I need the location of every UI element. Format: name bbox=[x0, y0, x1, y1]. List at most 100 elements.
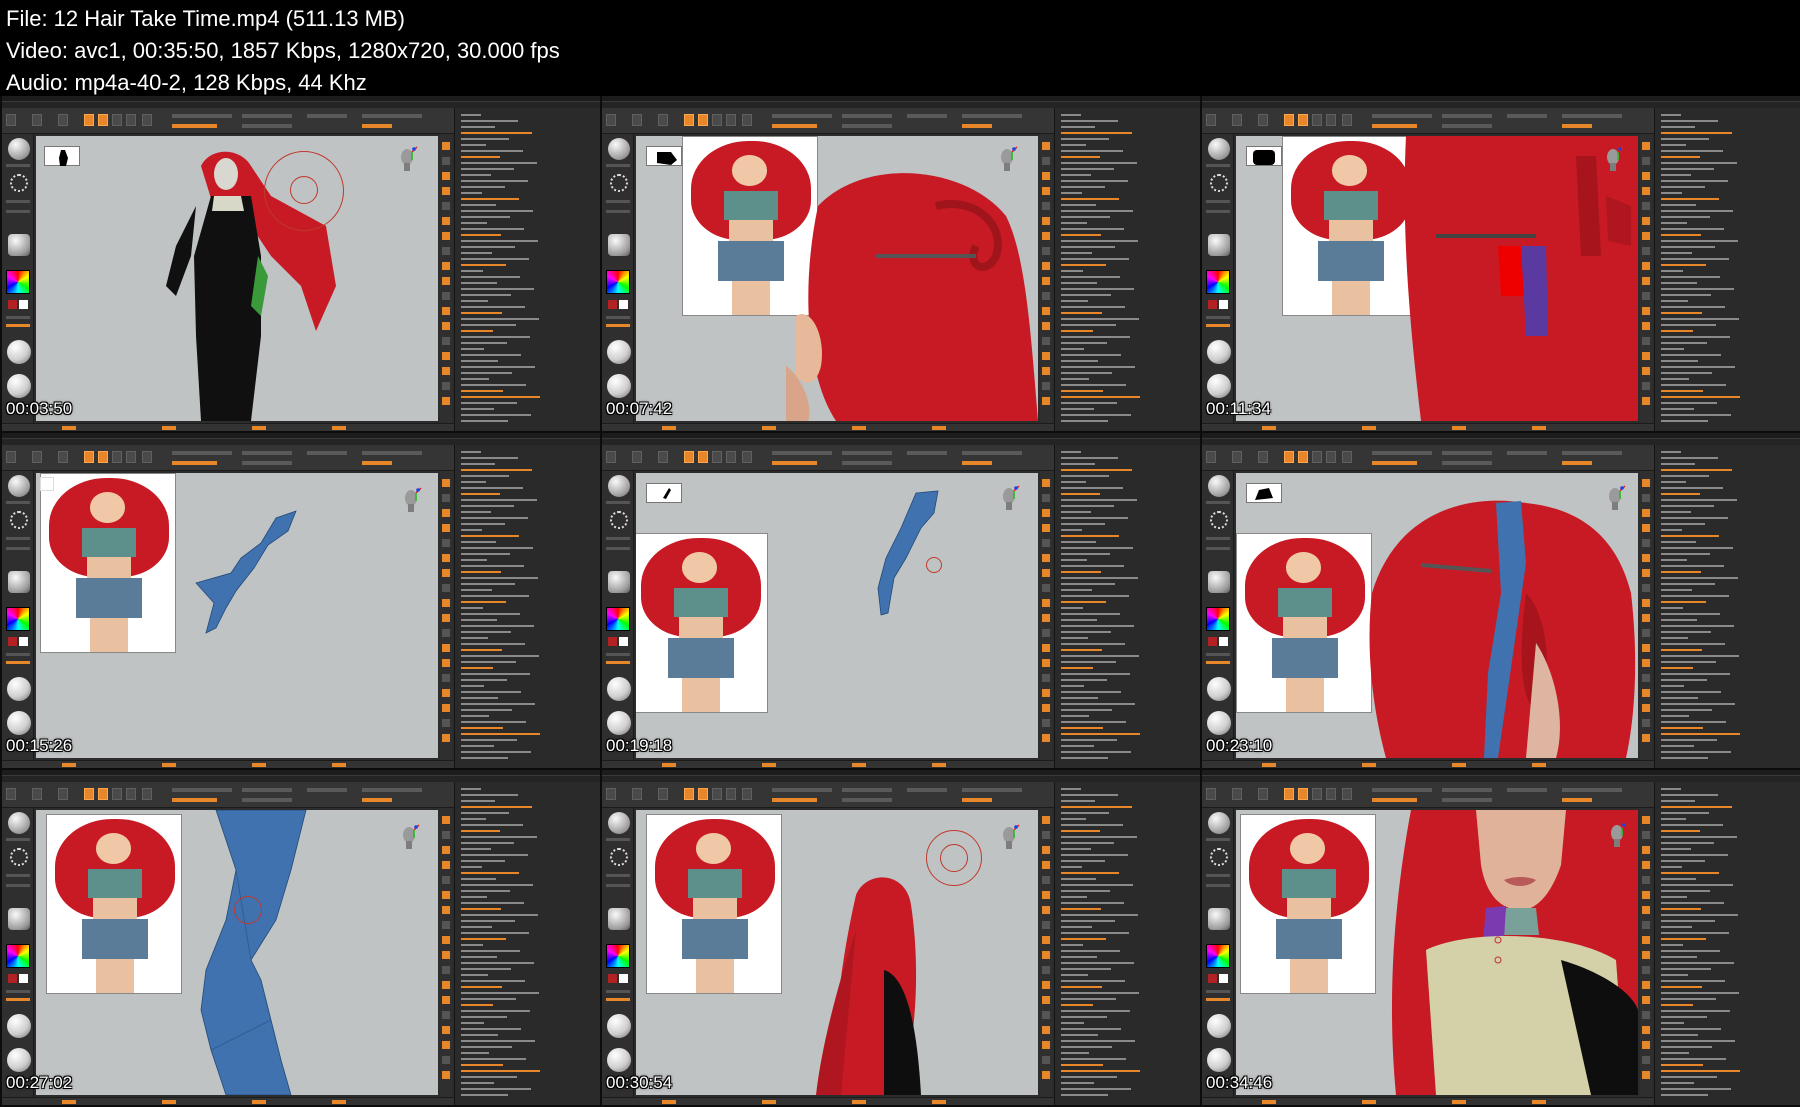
toolbar-button[interactable] bbox=[684, 788, 694, 800]
focal-shift-slider[interactable] bbox=[842, 788, 892, 792]
bottom-shelf-button[interactable] bbox=[332, 763, 346, 767]
palette-item[interactable] bbox=[1661, 234, 1701, 236]
palette-item[interactable] bbox=[1061, 414, 1131, 416]
palette-item[interactable] bbox=[1061, 390, 1103, 392]
palette-item[interactable] bbox=[461, 932, 529, 934]
palette-item[interactable] bbox=[1061, 884, 1133, 886]
view-control-button[interactable] bbox=[1042, 367, 1050, 375]
view-control-button[interactable] bbox=[442, 509, 450, 517]
palette-item[interactable] bbox=[1061, 830, 1100, 832]
palette-item[interactable] bbox=[461, 505, 514, 507]
bottom-shelf-button[interactable] bbox=[932, 1100, 946, 1104]
palette-item[interactable] bbox=[1661, 673, 1730, 675]
stroke-icon[interactable] bbox=[8, 908, 30, 930]
view-control-button[interactable] bbox=[1042, 996, 1050, 1004]
palette-item[interactable] bbox=[1661, 884, 1733, 886]
palette-item[interactable] bbox=[1061, 902, 1124, 904]
palette-item[interactable] bbox=[1061, 661, 1116, 663]
palette-item[interactable] bbox=[461, 908, 501, 910]
view-control-button[interactable] bbox=[1042, 157, 1050, 165]
palette-item[interactable] bbox=[461, 360, 498, 362]
palette-item[interactable] bbox=[1061, 192, 1082, 194]
secondary-color-swatch[interactable] bbox=[619, 974, 628, 983]
secondary-color-swatch[interactable] bbox=[19, 300, 28, 309]
palette-item[interactable] bbox=[461, 487, 523, 489]
palette-item[interactable] bbox=[1661, 950, 1720, 952]
view-control-button[interactable] bbox=[1042, 202, 1050, 210]
palette-item[interactable] bbox=[461, 204, 496, 206]
palette-item[interactable] bbox=[1661, 938, 1706, 940]
palette-item[interactable] bbox=[461, 878, 496, 880]
palette-item[interactable] bbox=[1061, 1004, 1093, 1006]
palette-item[interactable] bbox=[1661, 330, 1693, 332]
palette-item[interactable] bbox=[1061, 559, 1087, 561]
palette-item[interactable] bbox=[461, 824, 523, 826]
bottom-shelf-button[interactable] bbox=[1362, 1100, 1376, 1104]
palette-item[interactable] bbox=[1061, 228, 1124, 230]
palette-item[interactable] bbox=[461, 661, 516, 663]
palette-item[interactable] bbox=[1061, 1016, 1107, 1018]
view-control-button[interactable] bbox=[1042, 337, 1050, 345]
palette-item[interactable] bbox=[1661, 312, 1702, 314]
palette-item[interactable] bbox=[1061, 204, 1096, 206]
view-control-button[interactable] bbox=[1642, 584, 1650, 592]
view-control-button[interactable] bbox=[442, 996, 450, 1004]
toolbar-button[interactable] bbox=[32, 114, 42, 126]
palette-item[interactable] bbox=[1061, 420, 1108, 422]
toolbar-button[interactable] bbox=[726, 114, 736, 126]
rgb-intensity-slider[interactable] bbox=[242, 124, 292, 128]
navigation-head-icon[interactable] bbox=[402, 487, 422, 515]
palette-item[interactable] bbox=[1061, 481, 1086, 483]
view-control-button[interactable] bbox=[1042, 352, 1050, 360]
view-control-button[interactable] bbox=[1042, 659, 1050, 667]
bottom-shelf-button[interactable] bbox=[932, 763, 946, 767]
view-control-button[interactable] bbox=[1042, 644, 1050, 652]
view-control-button[interactable] bbox=[1642, 569, 1650, 577]
palette-item[interactable] bbox=[1061, 312, 1102, 314]
draw-size-slider[interactable] bbox=[772, 451, 832, 455]
toolbar-button[interactable] bbox=[142, 788, 152, 800]
material-sphere-icon[interactable] bbox=[1207, 1014, 1231, 1038]
palette-item[interactable] bbox=[461, 234, 501, 236]
viewport-canvas[interactable] bbox=[1236, 810, 1638, 1095]
palette-item[interactable] bbox=[1661, 451, 1681, 453]
palette-item[interactable] bbox=[1061, 493, 1100, 495]
toolbar-button[interactable] bbox=[1312, 114, 1322, 126]
palette-item[interactable] bbox=[1061, 246, 1115, 248]
toolbar-button[interactable] bbox=[98, 114, 108, 126]
palette-item[interactable] bbox=[1061, 1058, 1126, 1060]
palette-item[interactable] bbox=[1061, 1088, 1131, 1090]
toolbar-button[interactable] bbox=[742, 788, 752, 800]
view-control-button[interactable] bbox=[442, 906, 450, 914]
secondary-color-swatch[interactable] bbox=[19, 974, 28, 983]
secondary-color-swatch[interactable] bbox=[619, 300, 628, 309]
palette-item[interactable] bbox=[1661, 499, 1737, 501]
view-control-button[interactable] bbox=[1042, 569, 1050, 577]
palette-item[interactable] bbox=[1661, 1040, 1735, 1042]
view-control-button[interactable] bbox=[1042, 277, 1050, 285]
view-control-button[interactable] bbox=[442, 659, 450, 667]
toolbar-button[interactable] bbox=[712, 451, 722, 463]
palette-item[interactable] bbox=[461, 1040, 535, 1042]
view-control-button[interactable] bbox=[1042, 247, 1050, 255]
view-control-button[interactable] bbox=[1642, 629, 1650, 637]
view-control-button[interactable] bbox=[1642, 599, 1650, 607]
view-control-button[interactable] bbox=[442, 494, 450, 502]
z-intensity-slider[interactable] bbox=[1372, 124, 1417, 128]
view-control-button[interactable] bbox=[442, 217, 450, 225]
zbrush-sphere-icon[interactable] bbox=[1208, 475, 1230, 497]
toolbar-button[interactable] bbox=[1284, 788, 1294, 800]
toolbar-button[interactable] bbox=[58, 114, 68, 126]
palette-item[interactable] bbox=[1061, 685, 1084, 687]
palette-item[interactable] bbox=[1061, 607, 1083, 609]
palette-item[interactable] bbox=[461, 246, 515, 248]
secondary-color-swatch[interactable] bbox=[19, 637, 28, 646]
palette-item[interactable] bbox=[1661, 812, 1709, 814]
palette-item[interactable] bbox=[1061, 968, 1111, 970]
palette-item[interactable] bbox=[461, 144, 486, 146]
view-control-button[interactable] bbox=[1042, 1056, 1050, 1064]
view-control-button[interactable] bbox=[442, 479, 450, 487]
bottom-shelf-button[interactable] bbox=[1532, 763, 1546, 767]
toolbar-button[interactable] bbox=[1326, 114, 1336, 126]
palette-item[interactable] bbox=[461, 788, 481, 790]
